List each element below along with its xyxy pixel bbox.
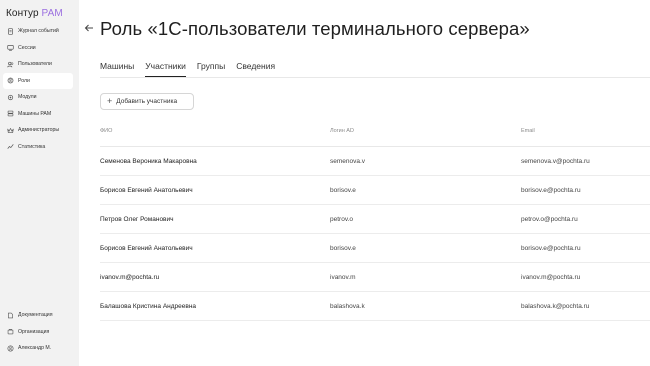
column-header-email[interactable]: Email [521,128,535,134]
sidebar-item-organization[interactable]: Организация [3,324,73,341]
sidebar-item-label: Сессии [18,44,36,51]
sidebar-item-machines[interactable]: Машины PAM [3,106,73,123]
cell-login: semenova.v [330,158,366,165]
cell-name: Борисов Евгений Анатольевич [100,187,193,194]
admins-icon [7,127,14,134]
sidebar: Контур PAM Журнал событий Сессии Пользов… [0,0,79,366]
cell-login: borisov.e [330,187,356,194]
cell-login: balashova.k [330,303,365,310]
cell-name: Балашова Кристина Андреевна [100,303,197,310]
sidebar-item-statistics[interactable]: Статистика [3,139,73,156]
cell-email: balashova.k@pochta.ru [521,303,590,310]
cell-login: petrov.o [330,216,354,223]
table-header: ФИО Логин AD Email [100,122,650,147]
tab-details[interactable]: Сведения [236,61,275,77]
tab-machines[interactable]: Машины [100,61,134,77]
sidebar-item-label: Статистика [18,143,46,150]
sidebar-item-label: Александр М. [18,345,52,352]
sessions-icon [7,44,14,51]
cell-email: semenova.v@pochta.ru [521,158,590,165]
logo-accent-text: PAM [41,8,63,19]
sidebar-item-documentation[interactable]: Документация [3,307,73,324]
sidebar-item-label: Пользователи [18,61,52,68]
user-icon [7,345,14,352]
cell-name: Петров Олег Романович [100,216,174,223]
cell-email: petrov.o@pochta.ru [521,216,578,223]
sidebar-item-label: Роли [18,77,30,84]
sidebar-item-label: Администраторы [18,127,60,134]
cell-name: Семенова Вероника Макаровна [100,158,197,165]
page-title: Роль «1С-пользователи терминального серв… [100,18,530,39]
tabs: Машины Участники Группы Сведения [100,61,286,77]
sidebar-item-label: Документация [18,312,53,319]
users-icon [7,61,14,68]
statistics-icon [7,143,14,150]
cell-email: borisov.e@pochta.ru [521,187,581,194]
add-member-button[interactable]: + Добавить участника [100,93,194,110]
cell-email: borisov.e@pochta.ru [521,245,581,252]
documentation-icon [7,312,14,319]
table-row[interactable]: Семенова Вероника Макаровна semenova.v s… [100,147,650,176]
sidebar-item-modules[interactable]: Модули [3,89,73,106]
tab-members[interactable]: Участники [145,61,186,77]
logo-main-text: Контур [6,8,39,19]
cell-login: borisov.e [330,245,356,252]
sidebar-item-label: Организация [18,328,50,335]
members-table: ФИО Логин AD Email Семенова Вероника Мак… [100,122,650,321]
sidebar-item-journal[interactable]: Журнал событий [3,23,73,40]
sidebar-bottom-nav: Документация Организация Александр М. [3,307,73,357]
organization-icon [7,328,14,335]
sidebar-item-users[interactable]: Пользователи [3,56,73,73]
app-logo[interactable]: Контур PAM [6,8,63,19]
table-row[interactable]: Балашова Кристина Андреевна balashova.k … [100,292,650,321]
table-row[interactable]: Борисов Евгений Анатольевич borisov.e bo… [100,234,650,263]
sidebar-item-label: Машины PAM [18,110,52,117]
machines-icon [7,110,14,117]
sidebar-item-label: Журнал событий [18,28,59,35]
plus-icon: + [107,96,113,106]
cell-name: Борисов Евгений Анатольевич [100,245,193,252]
tab-groups[interactable]: Группы [197,61,225,77]
table-row[interactable]: Петров Олег Романович petrov.o petrov.o@… [100,205,650,234]
sidebar-item-roles[interactable]: Роли [3,72,73,89]
add-member-label: Добавить участника [116,98,178,105]
table-row[interactable]: Борисов Евгений Анатольевич borisov.e bo… [100,176,650,205]
sidebar-nav: Журнал событий Сессии Пользователи Роли … [3,23,73,155]
tabs-divider [100,77,650,78]
sidebar-item-user-profile[interactable]: Александр М. [3,340,73,357]
cell-name: ivanov.m@pochta.ru [100,274,160,281]
sidebar-item-label: Модули [18,94,37,101]
column-header-name[interactable]: ФИО [100,128,112,134]
sidebar-item-admins[interactable]: Администраторы [3,122,73,139]
sidebar-item-sessions[interactable]: Сессии [3,40,73,57]
cell-email: ivanov.m@pochta.ru [521,274,581,281]
journal-icon [7,28,14,35]
table-row[interactable]: ivanov.m@pochta.ru ivanov.m ivanov.m@poc… [100,263,650,292]
modules-icon [7,94,14,101]
column-header-login[interactable]: Логин AD [330,128,354,134]
roles-icon [7,77,14,84]
back-arrow-icon[interactable] [84,23,94,33]
cell-login: ivanov.m [330,274,356,281]
